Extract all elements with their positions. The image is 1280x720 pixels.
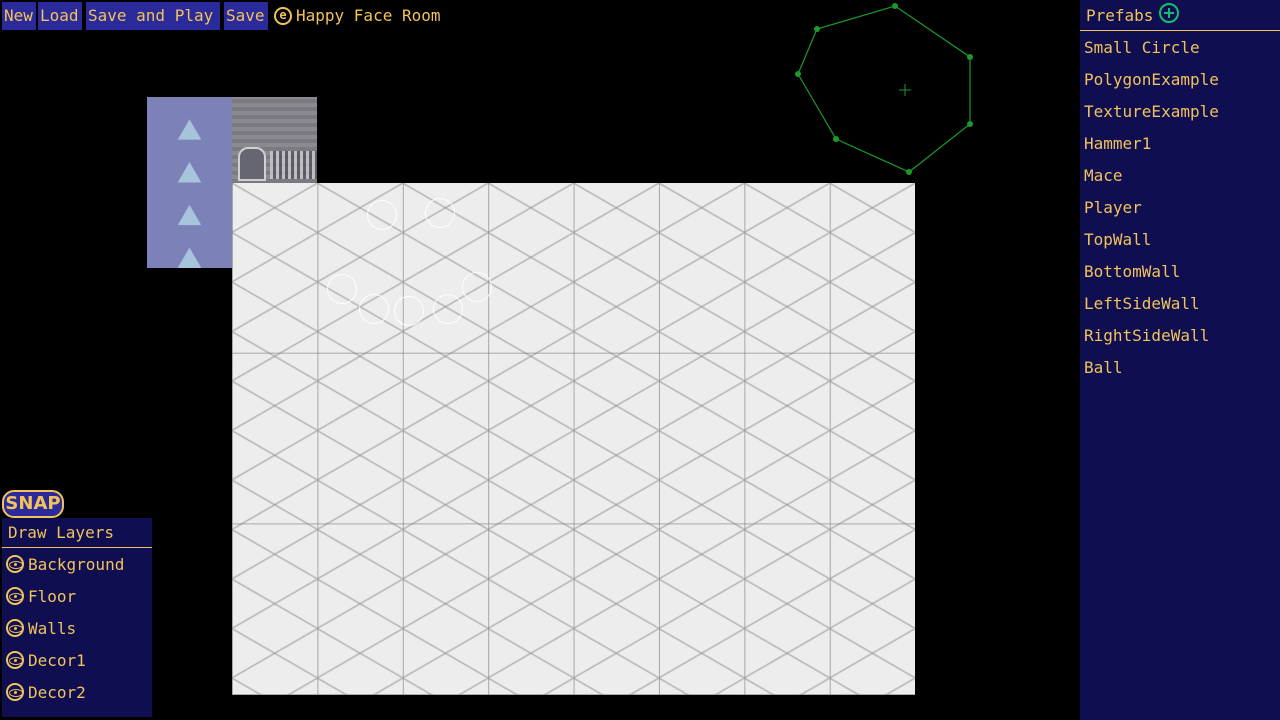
polygon-center-crosshair-icon[interactable]: [899, 84, 911, 96]
layer-item-decor1[interactable]: Decor1: [2, 644, 152, 676]
prefabs-header: Prefabs: [1080, 0, 1280, 31]
prefab-item-left-side-wall[interactable]: LeftSideWall: [1080, 288, 1280, 320]
room-settings-icon[interactable]: e: [274, 6, 292, 25]
eye-icon[interactable]: [6, 683, 24, 701]
prefab-list: Small Circle PolygonExample TextureExamp…: [1080, 31, 1280, 384]
layer-label: Walls: [28, 618, 77, 638]
room-title[interactable]: e Happy Face Room: [274, 6, 441, 25]
prefab-item-mace[interactable]: Mace: [1080, 160, 1280, 192]
prefab-item-hammer1[interactable]: Hammer1: [1080, 128, 1280, 160]
prefabs-title: Prefabs: [1086, 5, 1154, 25]
polygon-vertices[interactable]: [795, 3, 973, 175]
prefab-item-texture-example[interactable]: TextureExample: [1080, 96, 1280, 128]
eye-icon[interactable]: [6, 651, 24, 669]
prefab-item-top-wall[interactable]: TopWall: [1080, 224, 1280, 256]
save-and-play-button[interactable]: Save and Play: [86, 2, 220, 30]
polygon-prefab-shape[interactable]: [790, 0, 980, 185]
ghost-circle[interactable]: [327, 274, 357, 304]
prefabs-panel: Prefabs Small Circle PolygonExample Text…: [1080, 0, 1280, 720]
layer-item-background[interactable]: Background: [2, 548, 152, 580]
ghost-circle[interactable]: [394, 296, 424, 326]
blue-diamond-texture-tile[interactable]: [147, 97, 232, 268]
eye-icon[interactable]: [6, 555, 24, 573]
layer-label: Background: [28, 554, 125, 574]
ghost-circle[interactable]: [425, 198, 455, 228]
prefab-item-bottom-wall[interactable]: BottomWall: [1080, 256, 1280, 288]
layer-label: Decor1: [28, 650, 86, 670]
ghost-circle[interactable]: [433, 294, 463, 324]
new-button[interactable]: New: [2, 2, 36, 30]
eye-icon[interactable]: [6, 619, 24, 637]
tile-grid-overlay: [232, 183, 915, 695]
prefab-item-right-side-wall[interactable]: RightSideWall: [1080, 320, 1280, 352]
ghost-circle[interactable]: [462, 272, 492, 302]
prefab-item-player[interactable]: Player: [1080, 192, 1280, 224]
layer-label: Floor: [28, 586, 77, 606]
prefab-item-small-circle[interactable]: Small Circle: [1080, 32, 1280, 64]
machine-texture-tile[interactable]: [232, 97, 317, 183]
load-button[interactable]: Load: [38, 2, 82, 30]
prefab-item-ball[interactable]: Ball: [1080, 352, 1280, 384]
draw-layers-panel: Draw Layers Background Floor Walls Decor…: [2, 518, 152, 717]
snap-toggle[interactable]: SNAP: [2, 490, 64, 518]
machine-strip: [270, 151, 317, 179]
ghost-circle[interactable]: [367, 200, 397, 230]
ghost-circle[interactable]: [359, 294, 389, 324]
machine-panel: [238, 147, 266, 181]
eye-icon[interactable]: [6, 587, 24, 605]
layer-item-walls[interactable]: Walls: [2, 612, 152, 644]
add-prefab-plus-icon[interactable]: [1159, 3, 1180, 23]
layer-item-floor[interactable]: Floor: [2, 580, 152, 612]
save-button[interactable]: Save: [224, 2, 268, 30]
polygon-outline: [797, 5, 971, 173]
draw-layers-title: Draw Layers: [2, 518, 152, 548]
prefab-item-polygon-example[interactable]: PolygonExample: [1080, 64, 1280, 96]
layer-item-decor2[interactable]: Decor2: [2, 676, 152, 708]
room-name: Happy Face Room: [296, 6, 441, 25]
layer-label: Decor2: [28, 682, 86, 702]
